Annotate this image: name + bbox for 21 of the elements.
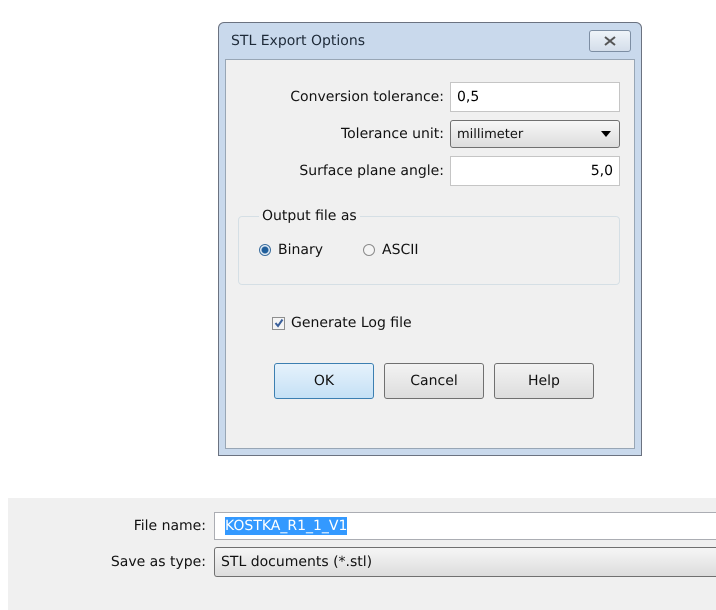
field-label: File name:	[132, 518, 206, 534]
dialog-button[interactable]: Help	[494, 363, 594, 399]
caret-icon	[601, 131, 611, 137]
unit-dropdown[interactable]: millimeter	[450, 120, 620, 148]
window-title: STL Export Options	[231, 33, 365, 49]
dropdown-value: millimeter	[457, 126, 524, 142]
close-button[interactable]	[589, 30, 631, 52]
input-field[interactable]: 0,5	[450, 82, 620, 112]
dialog-button[interactable]: OK	[274, 363, 374, 399]
dialog-button[interactable]: Cancel	[384, 363, 484, 399]
radio-option[interactable]: Binary	[259, 242, 323, 258]
save-type-dropdown[interactable]: STL documents (*.stl)	[214, 547, 716, 577]
radio-option[interactable]: ASCII	[363, 242, 418, 258]
group-title: Output file as	[261, 208, 358, 224]
field-label: Conversion tolerance:	[289, 89, 444, 105]
close-icon	[604, 36, 616, 46]
field-label: Save as type:	[110, 554, 206, 570]
field-label: Surface plane angle:	[298, 163, 444, 179]
field-label: Tolerance unit:	[340, 126, 444, 142]
input-field[interactable]: 5,0	[450, 156, 620, 186]
log-checkbox[interactable]: Generate Log file	[272, 315, 620, 331]
